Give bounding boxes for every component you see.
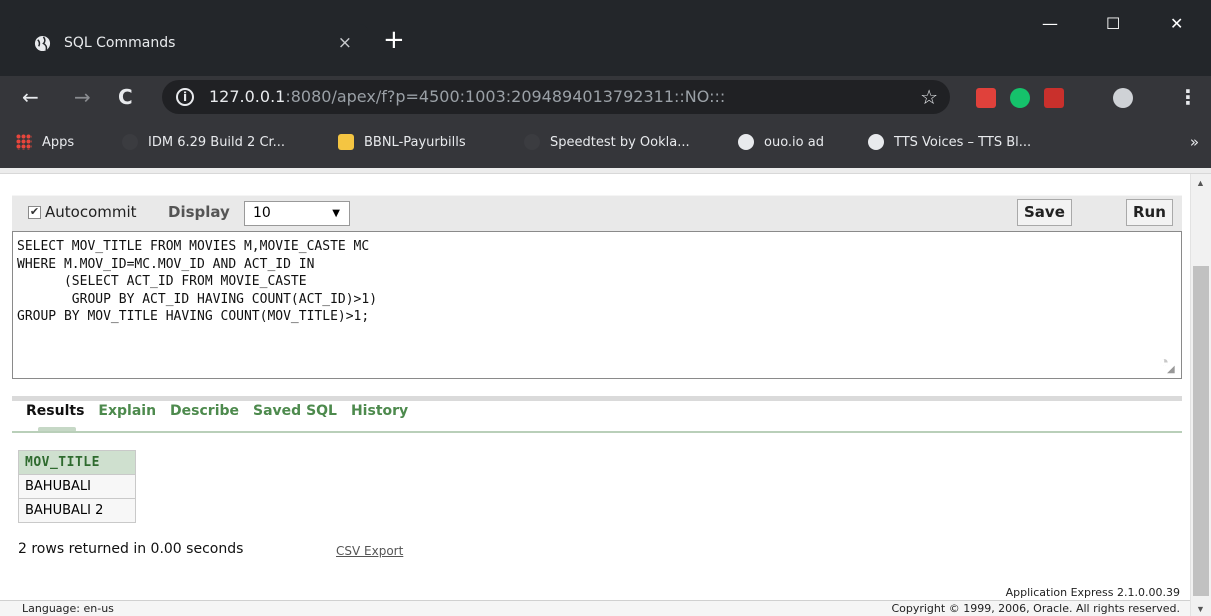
result-tabs: Results Explain Describe Saved SQL Histo… [26,401,408,427]
pocket-extension-icon[interactable] [976,88,996,108]
scroll-up-icon[interactable]: ▲ [1196,178,1205,188]
tab-saved-sql[interactable]: Saved SQL [253,401,337,427]
copyright-text: Copyright © 1999, 2006, Oracle. All righ… [891,602,1180,615]
run-button[interactable]: Run [1126,199,1173,226]
address-bar[interactable]: i 127.0.0.1:8080/apex/f?p=4500:1003:2094… [162,80,950,114]
scrollbar-thumb[interactable] [1193,266,1209,596]
tab-title: SQL Commands [64,35,176,51]
bbnl-icon [338,134,354,150]
table-cell: BAHUBALI [18,474,136,499]
bookmark-label: IDM 6.29 Build 2 Cr... [148,134,286,150]
chevron-down-icon: ▼ [332,208,340,219]
bookmark-idm[interactable]: IDM 6.29 Build 2 Cr... [122,134,285,150]
url-text: 127.0.0.1:8080/apex/f?p=4500:1003:209489… [209,87,725,106]
page-icon [524,134,540,150]
page-icon [122,134,138,150]
csv-export-link[interactable]: CSV Export [336,544,403,558]
tab-results[interactable]: Results [26,401,84,427]
sql-text[interactable]: SELECT MOV_TITLE FROM MOVIES M,MOVIE_CAS… [17,238,377,326]
apps-grid-icon [16,134,32,150]
sql-command-bar: ✔ Autocommit Display 10 ▼ Save Run [12,195,1182,231]
bookmark-label: Apps [42,134,75,150]
language-label: Language: en-us [22,602,114,615]
kebab-menu-icon[interactable]: ⋮ [1178,84,1198,110]
new-tab-button[interactable]: + [383,25,405,55]
page-scrollbar[interactable]: ▲ ▼ [1190,174,1211,616]
column-header: MOV_TITLE [18,450,136,475]
bookmarks-bar: Apps IDM 6.29 Build 2 Cr... BBNL-Payurbi… [0,120,1211,168]
url-host: 127.0.0.1 [209,87,286,106]
grammarly-extension-icon[interactable] [1010,88,1030,108]
maximize-button[interactable]: ☐ [1106,14,1120,33]
close-window-button[interactable]: ✕ [1170,14,1183,33]
table-row: BAHUBALI [18,474,136,499]
browser-titlebar: SQL Commands × + — ☐ ✕ [0,0,1211,84]
tab-close-icon[interactable]: × [338,33,352,53]
table-cell: BAHUBALI 2 [18,498,136,523]
bookmark-speedtest[interactable]: Speedtest by Ookla... [524,134,690,150]
results-table: MOV_TITLE BAHUBALI BAHUBALI 2 [18,450,136,523]
bookmark-apps[interactable]: Apps [16,134,74,150]
bookmark-ouo[interactable]: ouo.io ad [738,134,824,150]
forward-button[interactable]: → [74,84,91,110]
browser-toolbar: ← → C i 127.0.0.1:8080/apex/f?p=4500:100… [0,76,1211,120]
bookmark-label: TTS Voices – TTS Bl... [894,134,1032,150]
tab-history[interactable]: History [351,401,408,427]
more-bookmarks-icon[interactable]: » [1190,133,1199,151]
row-count-text: 2 rows returned in 0.00 seconds [18,541,244,557]
display-rows-value: 10 [253,205,271,221]
autocommit-label: Autocommit [45,203,137,221]
globe-icon [868,134,884,150]
bookmark-tts[interactable]: TTS Voices – TTS Bl... [868,134,1031,150]
globe-icon [738,134,754,150]
app-version: Application Express 2.1.0.00.39 [1005,586,1180,599]
save-button[interactable]: Save [1017,199,1072,226]
page-content: ✔ Autocommit Display 10 ▼ Save Run SELEC… [0,174,1190,616]
sql-editor[interactable]: SELECT MOV_TITLE FROM MOVIES M,MOVIE_CAS… [12,231,1182,379]
reload-button[interactable]: C [118,84,133,110]
display-label: Display [168,203,230,221]
tabs-rule [12,431,1182,433]
scroll-down-icon[interactable]: ▼ [1196,604,1205,614]
tab-explain[interactable]: Explain [98,401,156,427]
globe-icon [34,35,51,52]
bookmark-label: BBNL-Payurbills [364,134,466,150]
table-header-row: MOV_TITLE [18,450,136,475]
table-row: BAHUBALI 2 [18,498,136,523]
tab-describe[interactable]: Describe [170,401,239,427]
pdf-extension-icon[interactable] [1044,88,1064,108]
minimize-button[interactable]: — [1042,14,1058,33]
bookmark-label: ouo.io ad [764,134,824,150]
display-rows-select[interactable]: 10 ▼ [244,201,350,226]
bookmark-label: Speedtest by Ookla... [550,134,690,150]
profile-avatar[interactable] [1113,88,1133,108]
footer-bar: Language: en-us Copyright © 1999, 2006, … [0,601,1190,616]
bookmark-star-icon[interactable]: ☆ [920,85,938,109]
url-path: :8080/apex/f?p=4500:1003:209489401379231… [285,87,726,106]
info-icon[interactable]: i [176,88,194,106]
bookmark-bbnl[interactable]: BBNL-Payurbills [338,134,466,150]
autocommit-checkbox[interactable]: ✔ [28,206,41,219]
resize-handle-icon[interactable]: ◢ [1167,364,1179,376]
back-button[interactable]: ← [22,84,39,110]
browser-tab[interactable]: SQL Commands × [18,24,368,64]
